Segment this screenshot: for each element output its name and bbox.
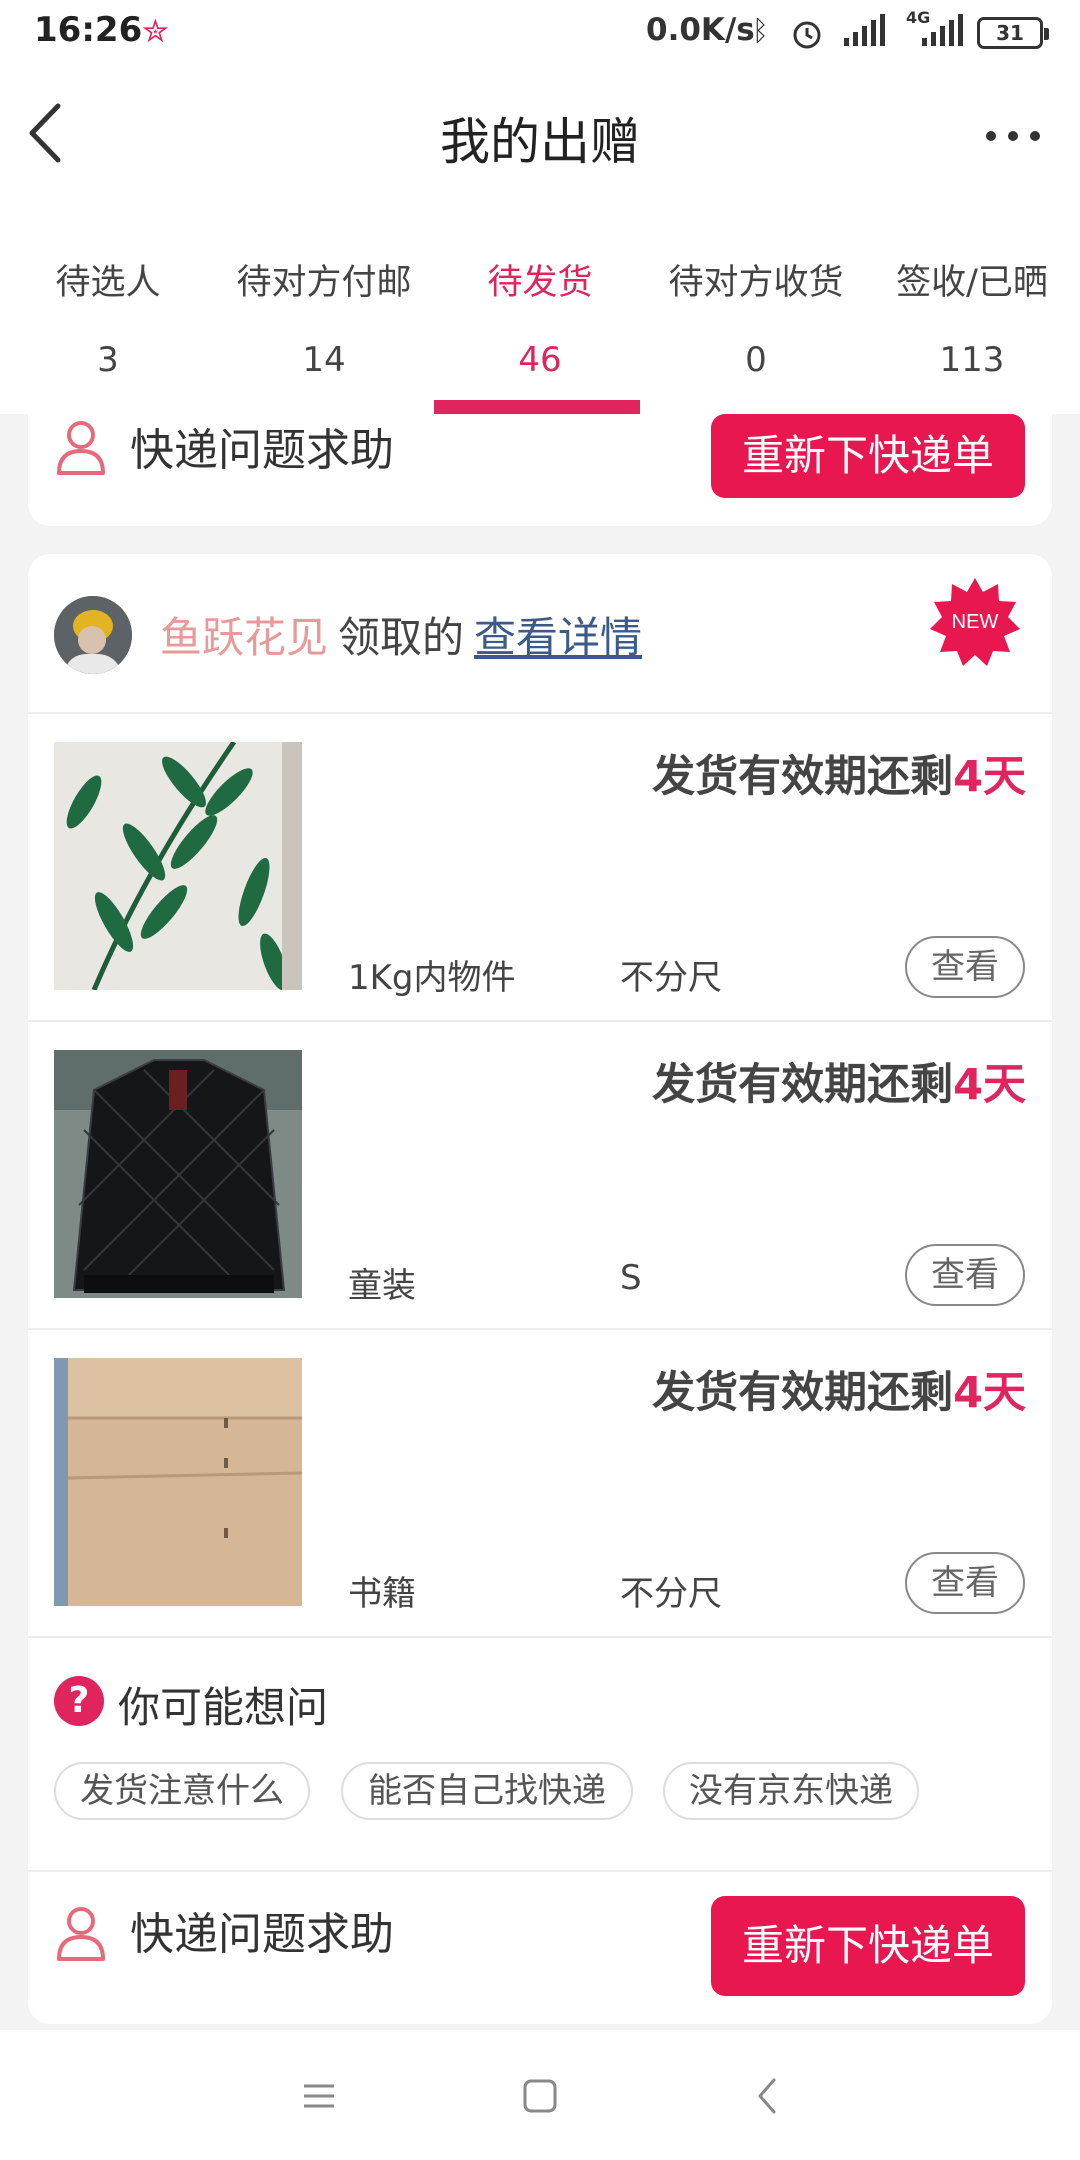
item-image-books[interactable] [54,1358,302,1606]
reorder-shipping-button[interactable]: 重新下快递单 [711,1896,1025,1996]
menu-icon[interactable] [302,2074,336,2118]
status-time: 16:26 [34,10,143,50]
tab-label: 待对方付邮 [236,263,412,303]
question-icon: ? [54,1676,104,1726]
tab-count: 3 [97,340,119,380]
status-tabs: 待选人 3 待对方付邮 14 待发货 46 待对方收货 0 签收/已晒 113 [0,236,1080,414]
tab-label: 待发货 [487,263,593,303]
shipping-help[interactable]: 快递问题求助 [28,1888,628,1988]
item-image-jacket[interactable] [54,1050,302,1298]
faq-title: 你可能想问 [118,1683,329,1732]
alarm-icon [793,21,821,49]
shipping-deadline: 发货有效期还剩4天 [652,1358,1026,1420]
item-category: 童装 [348,1266,416,1306]
network-speed: 0.0K/s [646,12,755,48]
item-size: 不分尺 [620,958,722,998]
tab-count: 0 [745,340,767,380]
list-item: 发货有效期还剩4天 童装 S 查看 [28,1022,1052,1330]
deadline-prefix: 发货有效期还剩 [652,752,954,802]
battery-icon: 31 [977,17,1049,49]
list-item: 发货有效期还剩4天 书籍 不分尺 查看 [28,1330,1052,1638]
notification-star-icon: ✮ [142,12,169,50]
deadline-prefix: 发货有效期还剩 [652,1368,954,1418]
person-icon [57,1907,105,1961]
shipping-deadline: 发货有效期还剩4天 [652,1050,1026,1112]
bluetooth-icon: ᛒ [752,14,769,47]
view-item-button[interactable]: 查看 [905,1552,1025,1614]
reorder-shipping-button[interactable]: 重新下快递单 [711,414,1025,498]
claimer-line: 鱼跃花见 领取的 查看详情 [160,604,642,665]
faq-section: ? 你可能想问 发货注意什么 能否自己找快递 没有京东快递 [28,1640,1052,1872]
claimer-row: 鱼跃花见 领取的 查看详情 NEW [28,554,1052,714]
help-label: 快递问题求助 [130,1909,394,1960]
tab-pending-postage[interactable]: 待对方付邮 14 [216,236,432,414]
active-tab-indicator [434,400,640,414]
tab-label: 待选人 [55,263,161,303]
nav-back-icon[interactable] [752,2074,782,2118]
signal-icon [844,14,885,46]
item-image-plant-fabric[interactable] [54,742,302,990]
person-icon [57,421,105,475]
item-size: 不分尺 [620,1574,722,1614]
item-category: 1Kg内物件 [348,958,516,998]
avatar[interactable] [54,596,132,674]
tab-count: 14 [302,340,346,380]
tab-count: 113 [939,340,1005,380]
signal-4g-icon [922,14,963,46]
page-title: 我的出赠 [440,113,640,171]
faq-chip[interactable]: 能否自己找快递 [341,1762,633,1820]
deadline-days: 4天 [953,1060,1026,1110]
tab-label: 签收/已晒 [896,263,1048,303]
tab-pending-select[interactable]: 待选人 3 [0,236,216,414]
shipping-deadline: 发货有效期还剩4天 [652,742,1026,804]
new-badge: NEW [930,578,1020,666]
system-nav-bar [0,2030,1080,2160]
view-item-button[interactable]: 查看 [905,1244,1025,1306]
shipping-help[interactable]: 快递问题求助 [28,414,628,514]
new-badge-text: NEW [952,611,999,633]
donation-card: 鱼跃花见 领取的 查看详情 NEW 发货有效期还剩4天 1Kg内物件 不分尺 查… [28,554,1052,2024]
deadline-prefix: 发货有效期还剩 [652,1060,954,1110]
item-size: S [620,1258,642,1298]
status-bar: 16:26 ✮ 0.0K/s ᛒ 4G 31 [0,0,1080,68]
deadline-days: 4天 [953,1368,1026,1418]
view-details-link[interactable]: 查看详情 [474,613,642,662]
view-item-button[interactable]: 查看 [905,936,1025,998]
tab-count: 46 [518,340,562,380]
claimer-name[interactable]: 鱼跃花见 [160,613,328,662]
tab-pending-ship[interactable]: 待发货 46 [432,236,648,414]
tab-pending-receive[interactable]: 待对方收货 0 [648,236,864,414]
help-label: 快递问题求助 [130,425,394,476]
deadline-days: 4天 [953,752,1026,802]
tab-received[interactable]: 签收/已晒 113 [864,236,1080,414]
home-icon[interactable] [522,2074,558,2118]
claimed-text: 领取的 [338,613,465,662]
previous-card: 快递问题求助 重新下快递单 [28,414,1052,526]
list-item: 发货有效期还剩4天 1Kg内物件 不分尺 查看 [28,714,1052,1022]
more-options-icon[interactable] [985,126,1041,146]
tab-label: 待对方收货 [668,263,844,303]
faq-chip[interactable]: 发货注意什么 [54,1762,310,1820]
faq-chip[interactable]: 没有京东快递 [663,1762,919,1820]
item-category: 书籍 [348,1574,416,1614]
